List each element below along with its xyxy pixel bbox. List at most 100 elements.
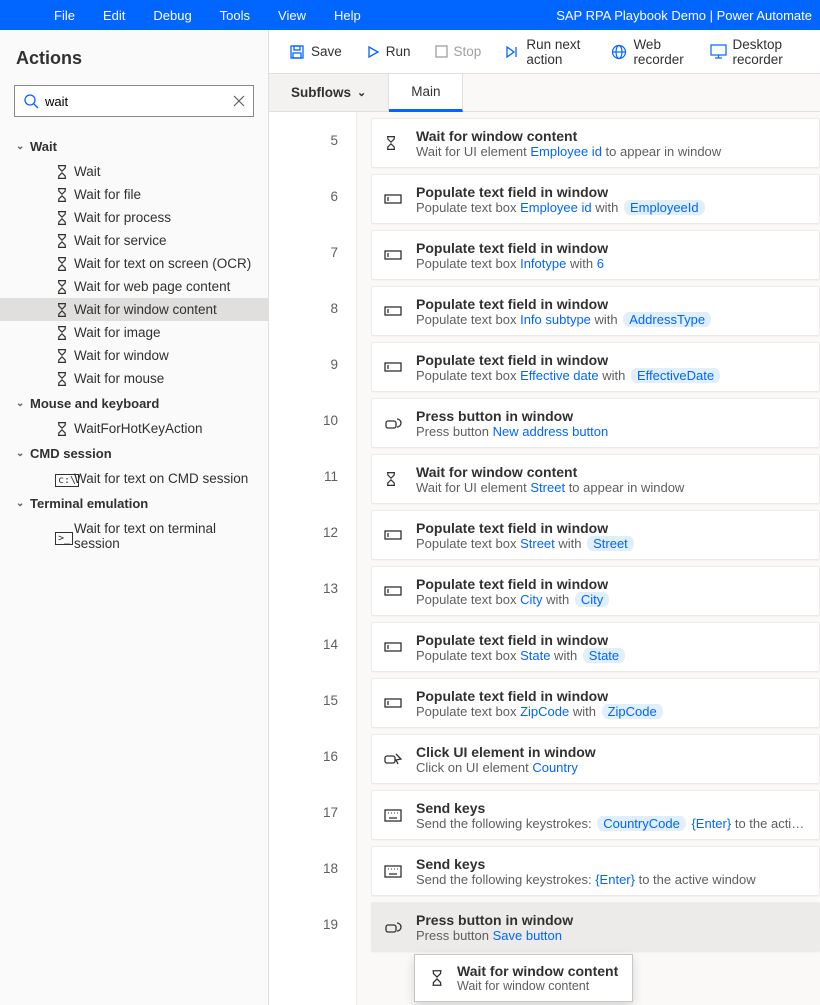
menu-edit[interactable]: Edit xyxy=(89,2,139,29)
action-item[interactable]: Wait for mouse xyxy=(0,367,268,390)
action-item[interactable]: c:\Wait for text on CMD session xyxy=(0,467,268,490)
chevron-down-icon: ⌄ xyxy=(16,448,30,459)
step-title: Populate text field in window xyxy=(416,576,807,592)
menu-tools[interactable]: Tools xyxy=(206,2,264,29)
flow-step[interactable]: Wait for window contentWait for UI eleme… xyxy=(371,454,820,504)
step-description: Press button New address button xyxy=(416,424,807,439)
line-number: 10 xyxy=(269,392,356,448)
desktop-recorder-label: Desktop recorder xyxy=(733,37,801,67)
drag-tooltip: Wait for window content Wait for window … xyxy=(414,954,633,1002)
menu-help[interactable]: Help xyxy=(320,2,375,29)
action-item[interactable]: Wait xyxy=(0,160,268,183)
search-input[interactable] xyxy=(45,94,233,109)
step-description: Click on UI element Country xyxy=(416,760,807,775)
main-tab[interactable]: Main xyxy=(389,74,463,112)
action-item[interactable]: Wait for service xyxy=(0,229,268,252)
actions-search[interactable] xyxy=(14,85,254,117)
flow-step[interactable]: Populate text field in windowPopulate te… xyxy=(371,174,820,224)
stop-button[interactable]: Stop xyxy=(425,38,492,65)
flow-step[interactable]: Populate text field in windowPopulate te… xyxy=(371,622,820,672)
step-icon xyxy=(384,751,404,767)
line-number: 17 xyxy=(269,784,356,840)
flow-step[interactable]: Send keysSend the following keystrokes: … xyxy=(371,790,820,840)
step-description: Populate text box ZipCode with ZipCode xyxy=(416,704,807,719)
menu-debug[interactable]: Debug xyxy=(139,2,205,29)
web-recorder-button[interactable]: Web recorder xyxy=(601,31,695,73)
step-icon xyxy=(384,584,404,598)
flow-step[interactable]: Click UI element in windowClick on UI el… xyxy=(371,734,820,784)
step-description: Press button Save button xyxy=(416,928,807,943)
step-icon xyxy=(384,696,404,710)
step-icon xyxy=(384,471,404,487)
step-description: Populate text box Info subtype with Addr… xyxy=(416,312,807,327)
step-icon xyxy=(384,865,404,878)
menu-file[interactable]: File xyxy=(40,2,89,29)
hourglass-icon xyxy=(55,187,71,203)
action-item[interactable]: Wait for web page content xyxy=(0,275,268,298)
action-item[interactable]: Wait for window content xyxy=(0,298,268,321)
tree-group[interactable]: ⌄Terminal emulation xyxy=(0,490,268,517)
step-description: Populate text box Street with Street xyxy=(416,536,807,551)
group-label: Terminal emulation xyxy=(30,496,148,511)
step-description: Populate text box City with City xyxy=(416,592,807,607)
step-description: Populate text box State with State xyxy=(416,648,807,663)
step-title: Populate text field in window xyxy=(416,296,807,312)
group-label: Wait xyxy=(30,139,57,154)
hourglass-icon xyxy=(55,371,71,387)
action-item[interactable]: >_Wait for text on terminal session xyxy=(0,517,268,555)
flow-step[interactable]: Populate text field in windowPopulate te… xyxy=(371,678,820,728)
cmd-icon: c:\ xyxy=(55,474,79,487)
action-item[interactable]: Wait for image xyxy=(0,321,268,344)
action-item[interactable]: WaitForHotKeyAction xyxy=(0,417,268,440)
step-description: Send the following keystrokes: CountryCo… xyxy=(416,816,807,831)
flow-designer: 5678910111213141516171819 Wait for windo… xyxy=(269,112,820,1005)
save-label: Save xyxy=(311,44,342,59)
step-icon xyxy=(384,919,404,935)
action-label: Wait for web page content xyxy=(52,279,230,294)
flow-step[interactable]: Send keysSend the following keystrokes: … xyxy=(371,846,820,896)
flow-step[interactable]: Populate text field in windowPopulate te… xyxy=(371,342,820,392)
actions-panel: Actions ⌄WaitWaitWait for fileWait for p… xyxy=(0,30,269,1005)
hourglass-icon xyxy=(429,969,445,987)
clear-search-icon[interactable] xyxy=(233,95,245,107)
step-title: Press button in window xyxy=(416,408,807,424)
chevron-down-icon: ⌄ xyxy=(16,141,30,152)
tree-group[interactable]: ⌄CMD session xyxy=(0,440,268,467)
step-icon xyxy=(384,135,404,151)
step-title: Press button in window xyxy=(416,912,807,928)
step-description: Wait for UI element Street to appear in … xyxy=(416,480,807,495)
line-number: 13 xyxy=(269,560,356,616)
desktop-recorder-button[interactable]: Desktop recorder xyxy=(700,31,811,73)
action-item[interactable]: Wait for file xyxy=(0,183,268,206)
flow-step[interactable]: Populate text field in windowPopulate te… xyxy=(371,286,820,336)
save-button[interactable]: Save xyxy=(279,38,352,66)
menu-view[interactable]: View xyxy=(264,2,320,29)
toolbar: Save Run Stop Run next action Web record… xyxy=(269,30,820,74)
hourglass-icon xyxy=(55,348,71,364)
action-item[interactable]: Wait for window xyxy=(0,344,268,367)
flow-step[interactable]: Press button in windowPress button New a… xyxy=(371,398,820,448)
flow-step[interactable]: Wait for window contentWait for UI eleme… xyxy=(371,118,820,168)
hourglass-icon xyxy=(55,233,71,249)
flow-step[interactable]: Populate text field in windowPopulate te… xyxy=(371,510,820,560)
group-label: CMD session xyxy=(30,446,112,461)
run-button[interactable]: Run xyxy=(356,38,421,65)
step-icon xyxy=(384,248,404,262)
flow-step[interactable]: Press button in windowPress button Save … xyxy=(371,902,820,952)
action-item[interactable]: Wait for process xyxy=(0,206,268,229)
flow-step[interactable]: Populate text field in windowPopulate te… xyxy=(371,230,820,280)
chevron-down-icon: ⌄ xyxy=(16,398,30,409)
run-next-button[interactable]: Run next action xyxy=(495,31,597,73)
line-number: 8 xyxy=(269,280,356,336)
line-number: 11 xyxy=(269,448,356,504)
main-menu: FileEditDebugToolsViewHelp xyxy=(0,2,375,29)
action-item[interactable]: Wait for text on screen (OCR) xyxy=(0,252,268,275)
tree-group[interactable]: ⌄Mouse and keyboard xyxy=(0,390,268,417)
line-number: 6 xyxy=(269,168,356,224)
tree-group[interactable]: ⌄Wait xyxy=(0,133,268,160)
tooltip-subtitle: Wait for window content xyxy=(457,979,618,993)
line-number: 9 xyxy=(269,336,356,392)
step-description: Populate text box Employee id with Emplo… xyxy=(416,200,807,215)
subflows-tab[interactable]: Subflows ⌄ xyxy=(269,74,389,111)
flow-step[interactable]: Populate text field in windowPopulate te… xyxy=(371,566,820,616)
